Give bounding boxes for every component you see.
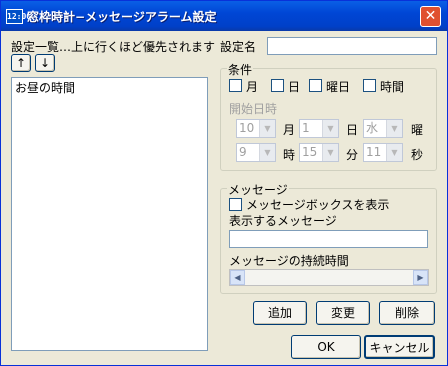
second-unit-label: 秒 <box>411 148 424 162</box>
setting-name-input[interactable] <box>267 37 437 55</box>
month-select-value: 10 <box>239 121 255 135</box>
hour-select[interactable]: 9 ▼ <box>236 143 276 162</box>
chevron-down-icon: ▼ <box>322 120 338 137</box>
show-message-box-label: メッセージボックスを表示 <box>246 198 390 212</box>
duration-label: メッセージの持続時間 <box>229 254 349 268</box>
hour-select-value: 9 <box>239 145 247 159</box>
move-up-button[interactable]: ↑ <box>11 54 31 72</box>
weekday-unit-label: 曜 <box>411 123 424 137</box>
window-title: 窓枠時計−メッセージアラーム設定 <box>27 10 217 24</box>
day-checkbox-label: 日 <box>288 80 301 94</box>
time-checkbox-label: 時間 <box>380 80 405 94</box>
message-text-label: 表示するメッセージ <box>229 214 337 228</box>
weekday-select-value: 水 <box>366 121 379 135</box>
minute-unit-label: 分 <box>346 148 359 162</box>
day-checkbox[interactable] <box>271 79 284 92</box>
minute-select[interactable]: 15 ▼ <box>299 143 339 162</box>
change-button[interactable]: 変更 <box>316 301 370 325</box>
month-checkbox[interactable] <box>229 79 242 92</box>
weekday-checkbox-label: 曜日 <box>326 80 351 94</box>
clock-icon: 12:00 <box>6 9 31 24</box>
second-select-value: 11 <box>366 145 382 159</box>
day-select[interactable]: 1 ▼ <box>299 119 339 138</box>
settings-list-header: 設定一覧…上に行くほど優先されます <box>11 40 216 54</box>
hour-unit-label: 時 <box>283 148 296 162</box>
day-select-value: 1 <box>302 121 310 135</box>
weekday-checkbox[interactable] <box>309 79 322 92</box>
scroll-right-icon[interactable]: ▶ <box>413 270 428 285</box>
down-arrow-icon: ↓ <box>39 56 51 70</box>
close-button[interactable]: ✕ <box>420 6 441 27</box>
chevron-down-icon: ▼ <box>259 144 275 161</box>
duration-slider[interactable]: ◀ ▶ <box>229 269 429 286</box>
close-icon: ✕ <box>424 8 437 24</box>
month-select[interactable]: 10 ▼ <box>236 119 276 138</box>
second-select[interactable]: 11 ▼ <box>363 143 403 162</box>
up-arrow-icon: ↑ <box>15 56 27 70</box>
start-datetime-label: 開始日時 <box>229 102 278 116</box>
ok-button[interactable]: OK <box>291 335 361 359</box>
move-down-button[interactable]: ↓ <box>35 54 55 72</box>
show-message-box-checkbox[interactable] <box>229 198 242 211</box>
month-unit-label: 月 <box>283 123 296 137</box>
chevron-down-icon: ▼ <box>386 144 402 161</box>
time-checkbox[interactable] <box>363 79 376 92</box>
list-item[interactable]: お昼の時間 <box>12 78 207 97</box>
chevron-down-icon: ▼ <box>322 144 338 161</box>
message-text-input[interactable] <box>229 230 428 248</box>
settings-listbox[interactable]: お昼の時間 <box>11 77 208 351</box>
weekday-select[interactable]: 水 ▼ <box>363 119 403 138</box>
conditions-title: 条件 <box>227 61 254 78</box>
month-checkbox-label: 月 <box>246 80 259 94</box>
cancel-button[interactable]: キャンセル <box>364 335 435 359</box>
setting-name-label: 設定名 <box>220 40 257 54</box>
settings-window: 12:00 窓枠時計−メッセージアラーム設定 ✕ 設定一覧…上に行くほど優先され… <box>0 0 448 366</box>
delete-button[interactable]: 削除 <box>379 301 435 325</box>
minute-select-value: 15 <box>302 145 318 159</box>
day-unit-label: 日 <box>346 123 359 137</box>
add-button[interactable]: 追加 <box>253 301 307 325</box>
title-bar[interactable]: 12:00 窓枠時計−メッセージアラーム設定 ✕ <box>1 1 447 31</box>
chevron-down-icon: ▼ <box>259 120 275 137</box>
chevron-down-icon: ▼ <box>386 120 402 137</box>
scroll-left-icon[interactable]: ◀ <box>230 270 245 285</box>
